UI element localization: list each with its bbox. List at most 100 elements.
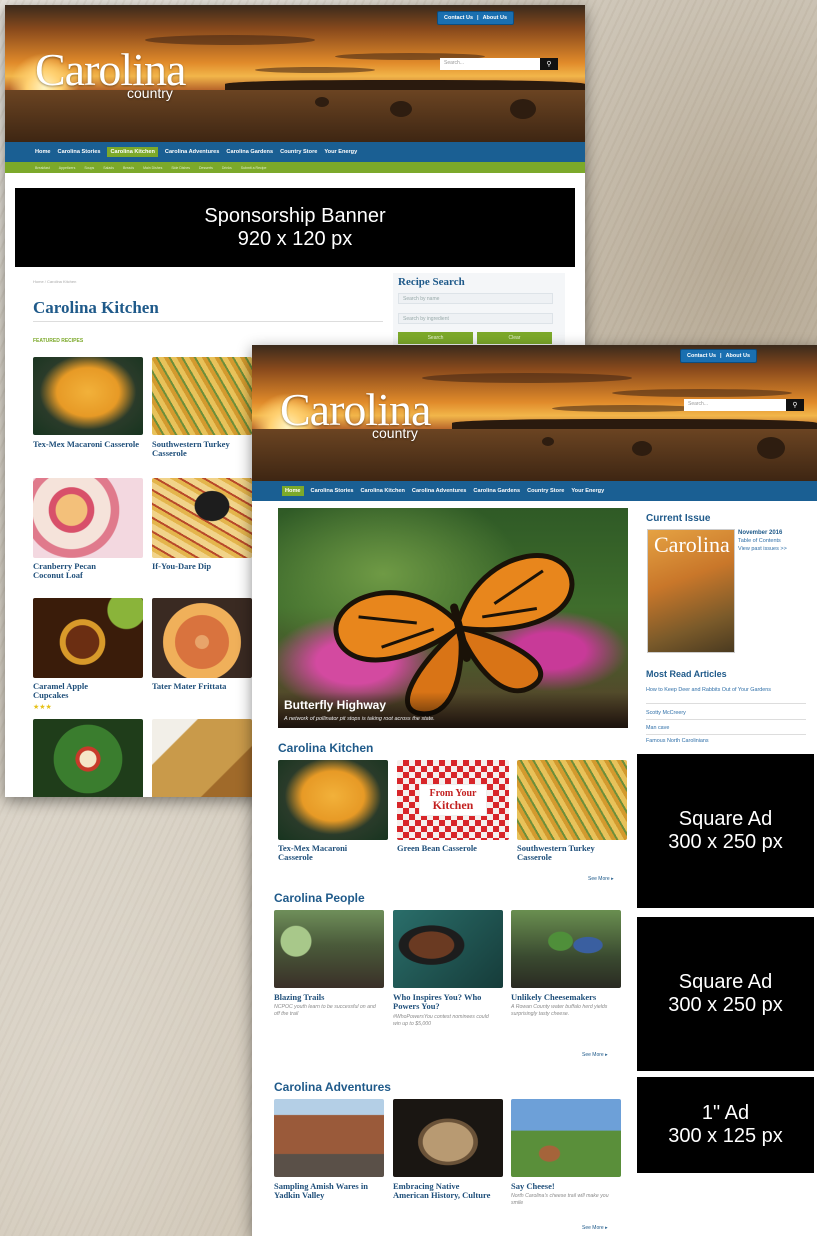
recipe-thumb-dip[interactable] bbox=[152, 478, 252, 558]
site-logo[interactable]: Carolina country bbox=[35, 43, 186, 101]
nav-item-carolina-adventures[interactable]: Carolina Adventures bbox=[412, 488, 467, 494]
see-more-kitchen[interactable]: See More ▸ bbox=[588, 876, 614, 882]
recipe-thumb-frittata[interactable] bbox=[152, 598, 252, 678]
nav-item-country-store[interactable]: Country Store bbox=[527, 488, 564, 494]
adventures-item-title[interactable]: Say Cheese! bbox=[511, 1182, 621, 1191]
toc-link[interactable]: Table of Contents bbox=[738, 538, 781, 544]
recipe-title[interactable]: Tater Mater Frittata bbox=[152, 682, 252, 691]
people-thumb[interactable] bbox=[274, 910, 384, 988]
kitchen-item-title[interactable]: Southwestern Turkey Casserole bbox=[517, 844, 622, 862]
nav-item-home[interactable]: Home bbox=[35, 149, 51, 155]
people-item-title[interactable]: Who Inspires You? Who Powers You? bbox=[393, 993, 501, 1011]
recipe-thumb-salad[interactable] bbox=[33, 719, 143, 797]
most-read-item[interactable]: Man cave bbox=[646, 725, 669, 731]
contact-link[interactable]: Contact Us bbox=[687, 353, 716, 359]
subnav-item-side-dishes[interactable]: Side Dishes bbox=[171, 166, 190, 170]
nav-item-carolina-stories[interactable]: Carolina Stories bbox=[58, 149, 101, 155]
section-heading-people[interactable]: Carolina People bbox=[274, 891, 365, 905]
adventures-thumb[interactable] bbox=[393, 1099, 503, 1177]
kitchen-thumb[interactable]: From Your Kitchen bbox=[397, 760, 509, 840]
nav-item-home[interactable]: Home bbox=[282, 486, 304, 496]
search-input[interactable]: Search... bbox=[684, 399, 786, 411]
most-read-item[interactable]: How to Keep Deer and Rabbits Out of Your… bbox=[646, 687, 796, 693]
about-link[interactable]: About Us bbox=[726, 353, 750, 359]
nav-item-your-energy[interactable]: Your Energy bbox=[571, 488, 604, 494]
hero-title[interactable]: Butterfly Highway bbox=[284, 698, 386, 712]
adventures-thumb[interactable] bbox=[511, 1099, 621, 1177]
hero-subtitle: A network of pollinator pit stops is tak… bbox=[284, 716, 435, 722]
featured-label: FEATURED RECIPES bbox=[33, 338, 84, 344]
recipe-thumb-bars[interactable] bbox=[152, 719, 252, 797]
nav-item-country-store[interactable]: Country Store bbox=[280, 149, 317, 155]
search-by-name-input[interactable]: Search by name bbox=[398, 293, 553, 304]
subnav-item-salads[interactable]: Salads bbox=[103, 166, 114, 170]
ad-label: 1" Ad bbox=[701, 1102, 750, 1124]
nav-item-carolina-gardens[interactable]: Carolina Gardens bbox=[473, 488, 520, 494]
past-issues-link[interactable]: View past issues >> bbox=[738, 546, 787, 552]
top-links: Contact Us | About Us bbox=[680, 349, 758, 363]
recipe-clear-button[interactable]: Clear bbox=[477, 332, 552, 344]
recipe-search-button[interactable]: Search bbox=[398, 332, 473, 344]
page-title: Carolina Kitchen bbox=[33, 298, 159, 317]
issue-month[interactable]: November 2016 bbox=[738, 530, 782, 536]
subnav-item-breads[interactable]: Breads bbox=[123, 166, 134, 170]
kitchen-thumb[interactable] bbox=[278, 760, 388, 840]
nav-item-carolina-adventures[interactable]: Carolina Adventures bbox=[165, 149, 220, 155]
subnav-item-drinks[interactable]: Drinks bbox=[222, 166, 232, 170]
search-icon[interactable]: ⚲ bbox=[540, 58, 558, 70]
subnav-item-soups[interactable]: Soups bbox=[84, 166, 94, 170]
recipe-title[interactable]: Cranberry Pecan Coconut Loaf bbox=[33, 562, 123, 580]
site-logo[interactable]: Carolina country bbox=[280, 383, 431, 441]
nav-item-your-energy[interactable]: Your Energy bbox=[324, 149, 357, 155]
contact-link[interactable]: Contact Us bbox=[444, 15, 473, 21]
recipe-title[interactable]: Tex-Mex Macaroni Casserole bbox=[33, 440, 141, 449]
adventures-thumb[interactable] bbox=[274, 1099, 384, 1177]
square-ad-1[interactable]: Square Ad 300 x 250 px bbox=[637, 754, 814, 908]
subnav-item-main-dishes[interactable]: Main Dishes bbox=[143, 166, 162, 170]
nav-item-carolina-gardens[interactable]: Carolina Gardens bbox=[226, 149, 273, 155]
recipe-thumb-caramel[interactable] bbox=[33, 598, 143, 678]
recipe-thumb-tex-mex[interactable] bbox=[33, 357, 143, 435]
adventures-item-title[interactable]: Sampling Amish Wares in Yadkin Valley bbox=[274, 1182, 382, 1200]
search-input[interactable]: Search... bbox=[440, 58, 540, 70]
square-ad-2[interactable]: Square Ad 300 x 250 px bbox=[637, 917, 814, 1071]
search-icon[interactable]: ⚲ bbox=[786, 399, 804, 411]
kitchen-item-title[interactable]: Tex-Mex Macaroni Casserole bbox=[278, 844, 378, 862]
subnav-item-breakfast[interactable]: Breakfast bbox=[35, 166, 50, 170]
people-thumb[interactable] bbox=[511, 910, 621, 988]
nav-item-carolina-stories[interactable]: Carolina Stories bbox=[311, 488, 354, 494]
nav-item-carolina-kitchen[interactable]: Carolina Kitchen bbox=[360, 488, 404, 494]
recipe-title[interactable]: Southwestern Turkey Casserole bbox=[152, 440, 252, 458]
recipe-thumb-southwestern[interactable] bbox=[152, 357, 252, 435]
recipe-title[interactable]: Caramel Apple Cupcakes bbox=[33, 682, 123, 700]
search-box: Search... ⚲ bbox=[684, 399, 804, 411]
see-more-adventures[interactable]: See More ▸ bbox=[582, 1225, 608, 1231]
recipe-search-title: Recipe Search bbox=[398, 276, 465, 288]
section-heading-adventures[interactable]: Carolina Adventures bbox=[274, 1080, 391, 1094]
see-more-people[interactable]: See More ▸ bbox=[582, 1052, 608, 1058]
adventures-item-title[interactable]: Embracing Native American History, Cultu… bbox=[393, 1182, 493, 1200]
magazine-cover[interactable]: Carolina bbox=[647, 529, 735, 653]
kitchen-thumb[interactable] bbox=[517, 760, 627, 840]
people-thumb[interactable] bbox=[393, 910, 503, 988]
hero-image[interactable]: Butterfly Highway A network of pollinato… bbox=[278, 508, 628, 728]
sponsorship-banner-ad[interactable]: Sponsorship Banner 920 x 120 px bbox=[15, 188, 575, 267]
recipe-title[interactable]: If-You-Dare Dip bbox=[152, 562, 252, 571]
people-item-title[interactable]: Unlikely Cheesemakers bbox=[511, 993, 621, 1002]
most-read-heading: Most Read Articles bbox=[646, 669, 727, 679]
search-by-ingredient-input[interactable]: Search by ingredient bbox=[398, 313, 553, 324]
nav-item-carolina-kitchen[interactable]: Carolina Kitchen bbox=[107, 147, 158, 157]
kitchen-item-title[interactable]: Green Bean Casserole bbox=[397, 844, 509, 853]
subnav-item-submit-a-recipe[interactable]: Submit a Recipe bbox=[241, 166, 267, 170]
one-inch-ad[interactable]: 1" Ad 300 x 125 px bbox=[637, 1077, 814, 1173]
most-read-item[interactable]: Famous North Carolinians bbox=[646, 738, 709, 744]
subnav-item-desserts[interactable]: Desserts bbox=[199, 166, 213, 170]
section-heading-kitchen[interactable]: Carolina Kitchen bbox=[278, 741, 373, 755]
about-link[interactable]: About Us bbox=[483, 15, 507, 21]
most-read-item[interactable]: Scotty McCreery bbox=[646, 710, 686, 716]
recipe-thumb-cranberry[interactable] bbox=[33, 478, 143, 558]
top-links: Contact Us | About Us bbox=[437, 11, 515, 25]
site-header: Carolina country Contact Us | About Us S… bbox=[252, 345, 817, 481]
people-item-title[interactable]: Blazing Trails bbox=[274, 993, 382, 1002]
subnav-item-appetizers[interactable]: Appetizers bbox=[59, 166, 76, 170]
